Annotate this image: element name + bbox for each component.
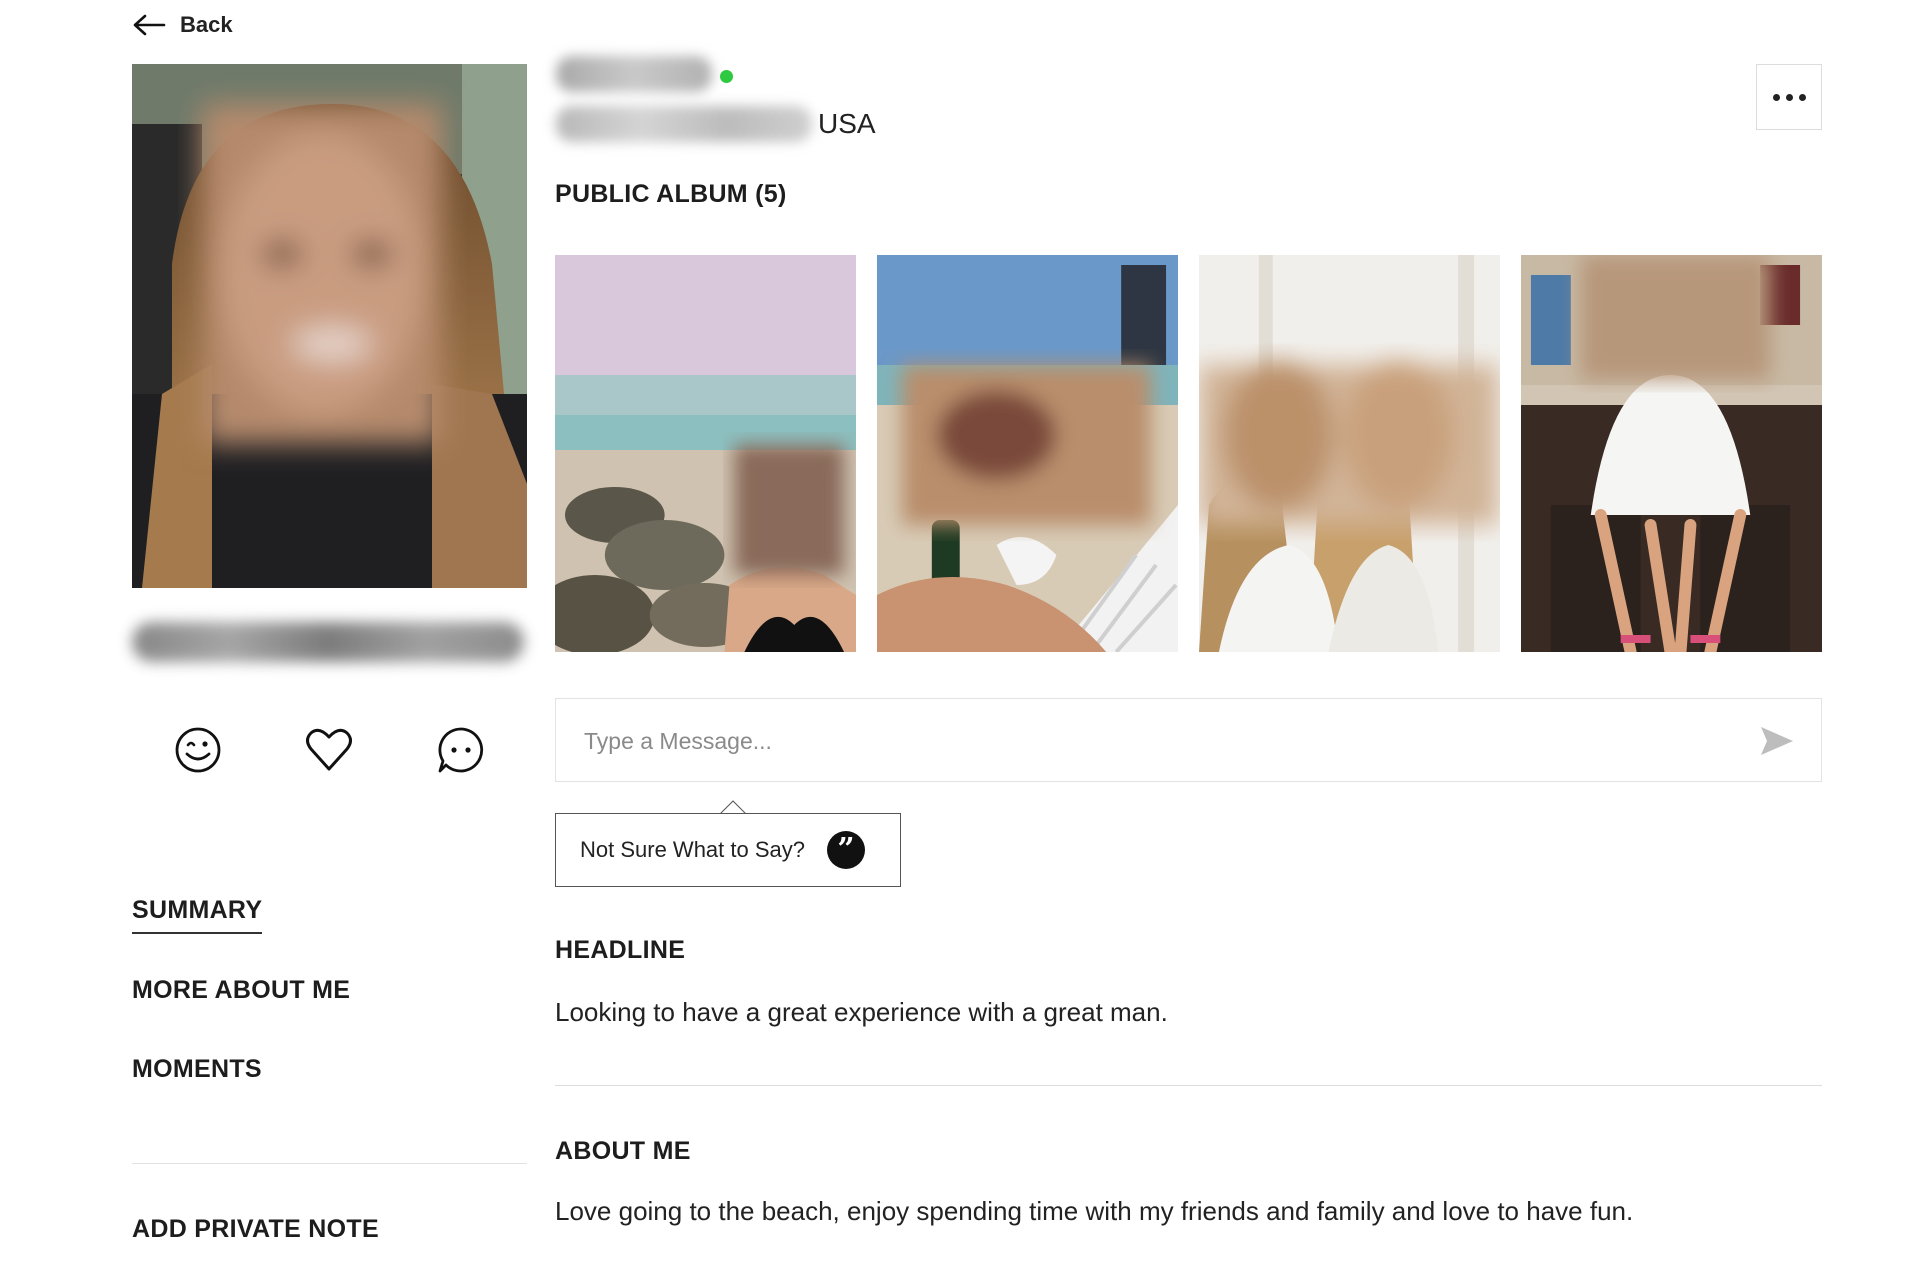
- nav-item-moments[interactable]: MOMENTS: [132, 1049, 262, 1089]
- headline-text: Looking to have a great experience with …: [555, 997, 1168, 1027]
- arrow-left-icon: [133, 14, 166, 36]
- blurred-caption: [132, 622, 524, 662]
- favorite-button[interactable]: [297, 718, 361, 782]
- more-dots-icon: [1798, 93, 1806, 101]
- friends-indoor-photo: [1199, 255, 1500, 652]
- back-link[interactable]: Back: [132, 6, 233, 44]
- quote-icon: ”: [827, 831, 865, 869]
- album-title: PUBLIC ALBUM (5): [555, 180, 787, 208]
- back-label: Back: [180, 12, 233, 37]
- divider: [132, 1163, 527, 1164]
- blurred-username: [556, 56, 712, 92]
- beach-rocks-photo: [555, 255, 856, 652]
- send-icon[interactable]: [1757, 721, 1797, 761]
- chat-button[interactable]: [429, 718, 493, 782]
- headline-title: HEADLINE: [555, 936, 686, 964]
- nav-item-more-about-me[interactable]: MORE ABOUT ME: [132, 970, 350, 1010]
- blurred-location: [556, 106, 812, 142]
- profile-photo-image: [132, 64, 527, 588]
- more-options-button[interactable]: [1756, 64, 1822, 130]
- divider: [555, 1085, 1822, 1086]
- chat-bubble-icon: [438, 727, 484, 773]
- suggestion-label: Not Sure What to Say?: [580, 837, 805, 862]
- about-title: ABOUT ME: [555, 1137, 691, 1165]
- album-photo-3[interactable]: [1199, 255, 1500, 652]
- nav-item-summary[interactable]: SUMMARY: [132, 890, 263, 934]
- wink-face-icon: [175, 727, 221, 773]
- heart-icon: [306, 728, 353, 771]
- album-photo-2[interactable]: [877, 255, 1178, 652]
- profile-actions: [132, 718, 527, 782]
- online-status-icon: [720, 70, 733, 83]
- public-album: [555, 255, 1822, 652]
- message-input[interactable]: [582, 699, 1736, 783]
- friends-seated-photo: [1521, 255, 1822, 652]
- profile-photo[interactable]: [132, 64, 527, 588]
- suggestion-tooltip[interactable]: Not Sure What to Say? ”: [555, 813, 901, 887]
- more-dots-icon: [1785, 93, 1793, 101]
- message-box: [555, 698, 1822, 783]
- location-country: USA: [818, 108, 876, 139]
- beach-chair-photo: [877, 255, 1178, 652]
- album-photo-1[interactable]: [555, 255, 856, 652]
- album-photo-4[interactable]: [1521, 255, 1822, 652]
- more-dots-icon: [1772, 93, 1780, 101]
- about-text: Love going to the beach, enjoy spending …: [555, 1196, 1634, 1226]
- wink-button[interactable]: [166, 718, 230, 782]
- add-private-note-link[interactable]: ADD PRIVATE NOTE: [132, 1215, 379, 1244]
